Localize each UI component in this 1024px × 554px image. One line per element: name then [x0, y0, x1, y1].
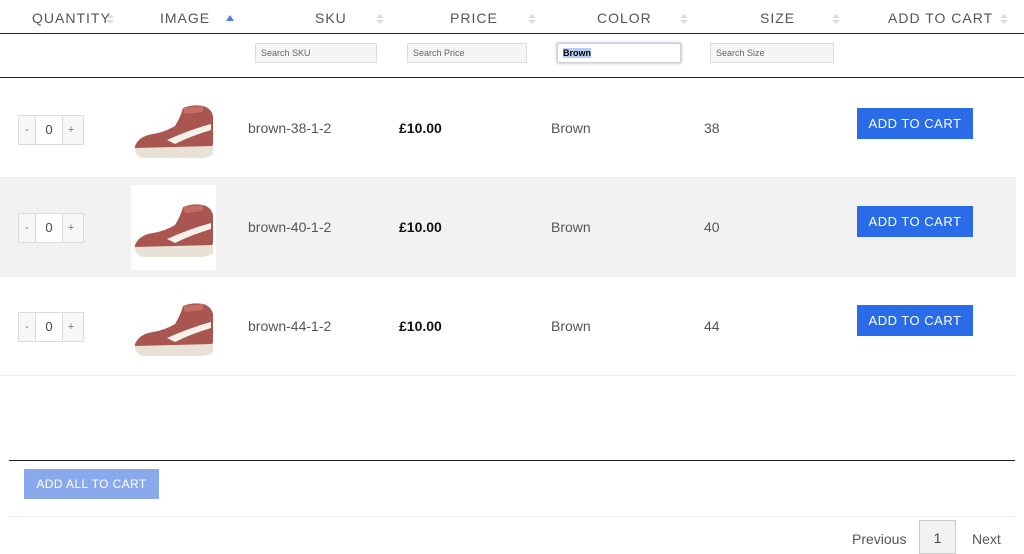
size-cell: 38 [704, 120, 720, 136]
quantity-stepper[interactable]: - 0 + [18, 213, 84, 243]
add-to-cart-button[interactable]: ADD TO CART [857, 305, 973, 336]
column-header-quantity[interactable]: QUANTITY [32, 10, 111, 26]
table-footer-divider [9, 460, 1015, 461]
pagination-next[interactable]: Next [972, 531, 1001, 547]
product-image[interactable] [131, 284, 216, 369]
quantity-value[interactable]: 0 [35, 313, 63, 341]
search-price-input[interactable]: Search Price [407, 43, 527, 63]
sort-icon[interactable] [528, 14, 536, 24]
sort-icon[interactable] [832, 14, 840, 24]
decrement-button[interactable]: - [19, 124, 35, 136]
column-header-color[interactable]: COLOR [597, 10, 652, 26]
color-cell: Brown [551, 219, 591, 235]
sort-icon[interactable] [1000, 14, 1008, 24]
size-cell: 44 [704, 318, 720, 334]
quantity-stepper[interactable]: - 0 + [18, 312, 84, 342]
filter-row: Search SKU Search Price Brown Search Siz… [0, 35, 1024, 78]
column-header-sku[interactable]: SKU [315, 10, 347, 26]
pagination-divider [9, 516, 1015, 517]
increment-button[interactable]: + [63, 124, 79, 136]
add-to-cart-button[interactable]: ADD TO CART [857, 108, 973, 139]
column-header-size[interactable]: SIZE [760, 10, 795, 26]
decrement-button[interactable]: - [19, 222, 35, 234]
increment-button[interactable]: + [63, 321, 79, 333]
search-color-value: Brown [563, 48, 591, 58]
quantity-stepper[interactable]: - 0 + [18, 115, 84, 145]
table-row: - 0 + brown-44-1-2 £10.00 Brown 44 ADD T… [0, 277, 1016, 376]
sort-icon[interactable] [376, 14, 384, 24]
price-cell: £10.00 [399, 318, 442, 334]
pagination-page-1[interactable]: 1 [919, 520, 956, 554]
sort-icon[interactable] [680, 14, 688, 24]
column-header-add-to-cart[interactable]: ADD TO CART [888, 10, 993, 26]
search-size-input[interactable]: Search Size [710, 43, 834, 63]
size-cell: 40 [704, 219, 720, 235]
sku-cell: brown-40-1-2 [248, 219, 332, 235]
product-image[interactable] [131, 86, 216, 171]
table-header: QUANTITY IMAGE SKU PRICE COLOR SIZE ADD … [0, 0, 1024, 34]
quantity-value[interactable]: 0 [35, 214, 63, 242]
table-row: - 0 + brown-40-1-2 £10.00 Brown 40 ADD T… [0, 178, 1016, 277]
column-header-image[interactable]: IMAGE [160, 10, 210, 26]
price-cell: £10.00 [399, 120, 442, 136]
pagination-previous[interactable]: Previous [852, 531, 906, 547]
column-header-price[interactable]: PRICE [450, 10, 498, 26]
decrement-button[interactable]: - [19, 321, 35, 333]
sort-icon[interactable] [106, 14, 114, 24]
add-all-to-cart-button[interactable]: ADD ALL TO CART [24, 469, 159, 499]
quantity-value[interactable]: 0 [35, 116, 63, 144]
product-image[interactable] [131, 185, 216, 270]
sku-cell: brown-38-1-2 [248, 120, 332, 136]
color-cell: Brown [551, 318, 591, 334]
sku-cell: brown-44-1-2 [248, 318, 332, 334]
search-sku-input[interactable]: Search SKU [255, 43, 377, 63]
sort-asc-icon[interactable] [226, 14, 234, 24]
add-to-cart-button[interactable]: ADD TO CART [857, 206, 973, 237]
increment-button[interactable]: + [63, 222, 79, 234]
price-cell: £10.00 [399, 219, 442, 235]
table-row: - 0 + brown-38-1-2 £10.00 Brown 38 ADD T… [0, 79, 1016, 178]
search-color-input[interactable]: Brown [557, 43, 681, 63]
color-cell: Brown [551, 120, 591, 136]
